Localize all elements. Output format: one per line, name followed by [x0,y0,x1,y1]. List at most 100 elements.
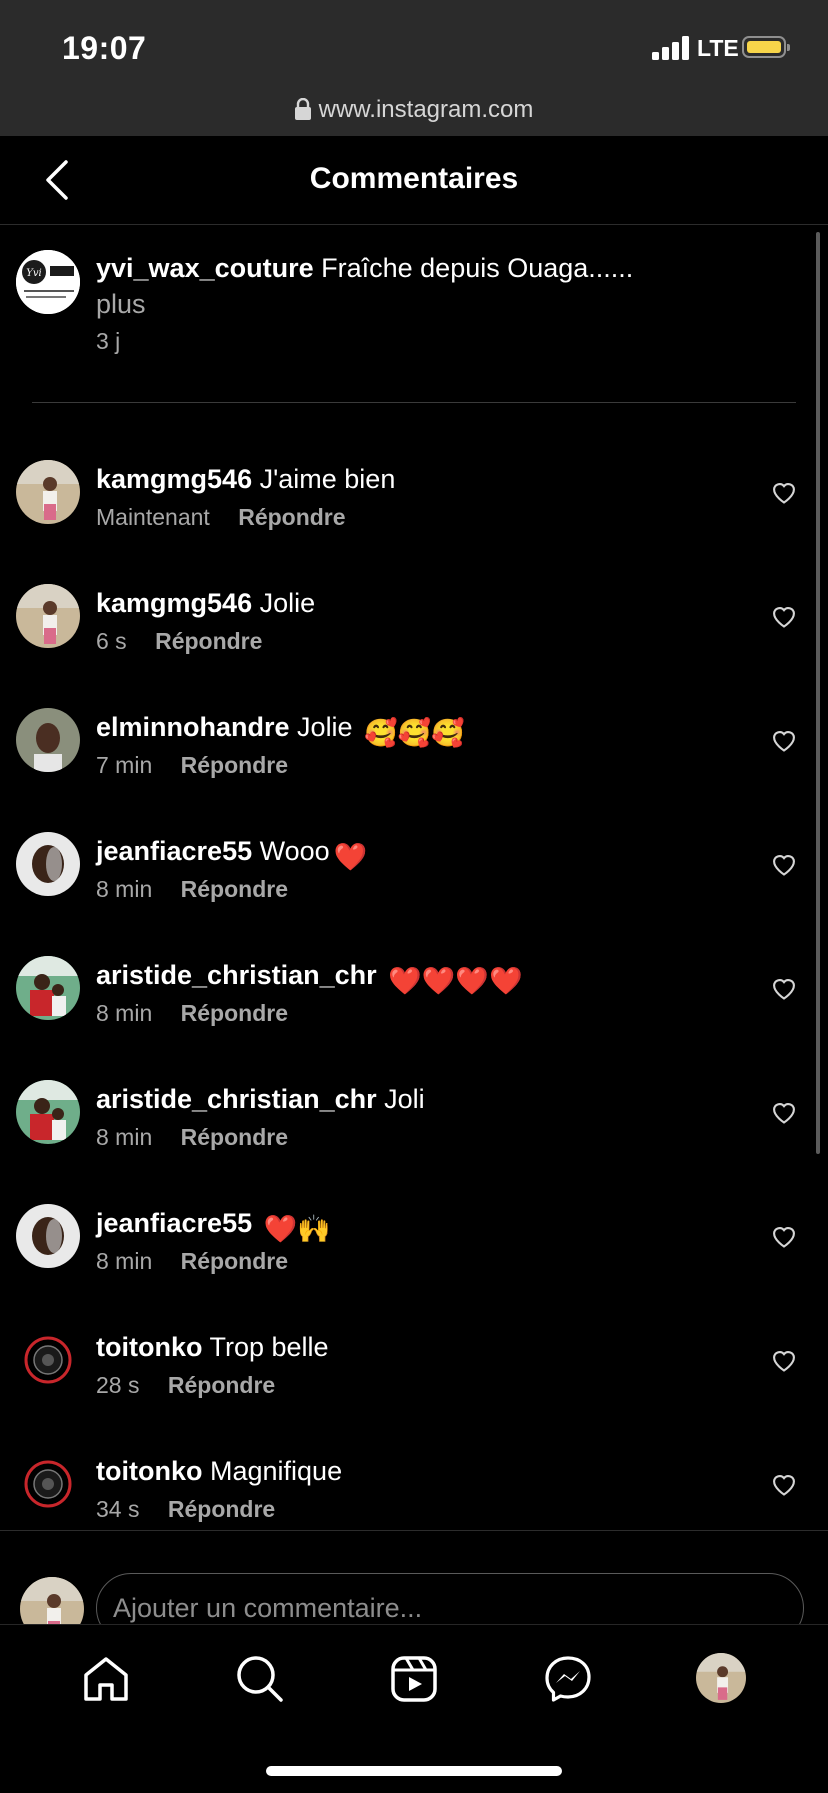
avatar[interactable] [16,1080,80,1144]
comment-item: kamgmg546 J'aime bien Maintenant Répondr… [0,460,810,584]
comment-meta: 34 s Répondre [96,1496,275,1523]
avatar[interactable] [16,584,80,648]
reply-button[interactable]: Répondre [181,1124,288,1150]
comment-meta: 8 min Répondre [96,1000,288,1027]
comment-text: jeanfiacre55 Wooo ❤️ [96,832,367,876]
heart-icon[interactable] [770,1346,798,1374]
status-time: 19:07 [62,30,147,66]
messenger-icon[interactable] [542,1653,594,1705]
comment-timestamp: Maintenant [96,504,210,530]
comment-body: Joli [384,1084,425,1114]
reply-button[interactable]: Répondre [168,1496,275,1522]
comment-emoji: ❤️🙌 [263,1214,331,1244]
brand-logo-icon: Yvi [16,250,80,314]
comment-composer [0,1530,828,1643]
url-text: www.instagram.com [318,96,534,123]
caption-body: Fraîche depuis Ouaga...... [321,253,634,283]
comment-emoji: ❤️❤️❤️❤️ [388,966,523,996]
browser-url-bar[interactable]: www.instagram.com [0,96,828,124]
comment-emoji: ❤️ [333,842,368,872]
avatar[interactable] [16,832,80,896]
reply-button[interactable]: Répondre [181,1000,288,1026]
comment-item: jeanfiacre55 Wooo ❤️ 8 min Répondre [0,832,810,956]
page-title: Commentaires [309,162,519,195]
comment-meta: Maintenant Répondre [96,504,346,531]
comment-body: Jolie [259,588,316,618]
comment-timestamp: 28 s [96,1372,140,1398]
comment-username[interactable]: kamgmg546 [96,588,252,618]
comment-text: elminnohandre Jolie 🥰🥰🥰 [96,708,465,752]
heart-icon[interactable] [770,1470,798,1498]
comment-username[interactable]: toitonko [96,1332,202,1362]
caption-text: yvi_wax_couture Fraîche depuis Ouaga....… [96,250,716,322]
avatar[interactable] [16,1452,80,1516]
signal-icon [652,34,692,60]
comment-text: aristide_christian_chr Joli [96,1080,425,1118]
caption-timestamp: 3 j [96,328,121,354]
network-label: LTE [697,35,739,61]
comment-meta: 8 min Répondre [96,1248,288,1275]
comment-timestamp: 34 s [96,1496,140,1522]
comment-username[interactable]: aristide_christian_chr [96,960,377,990]
avatar[interactable] [16,708,80,772]
svg-text:Yvi: Yvi [26,268,41,279]
comment-text: aristide_christian_chr ❤️❤️❤️❤️ [96,956,523,1000]
search-icon[interactable] [234,1653,286,1705]
comment-meta: 7 min Répondre [96,752,288,779]
avatar[interactable] [16,1328,80,1392]
comment-text: kamgmg546 Jolie [96,584,315,622]
comment-timestamp: 8 min [96,1124,153,1150]
reels-icon[interactable] [388,1653,440,1705]
comment-timestamp: 6 s [96,628,127,654]
comment-body: Magnifique [210,1456,343,1486]
heart-icon[interactable] [770,478,798,506]
comment-body: Trop belle [209,1332,329,1362]
comment-username[interactable]: toitonko [96,1456,202,1486]
reply-button[interactable]: Répondre [168,1372,275,1398]
heart-icon[interactable] [770,726,798,754]
comment-timestamp: 8 min [96,1248,153,1274]
comment-item: elminnohandre Jolie 🥰🥰🥰 7 min Répondre [0,708,810,832]
comment-meta: 8 min Répondre [96,876,288,903]
comment-body: J'aime bien [259,464,396,494]
comment-text: kamgmg546 J'aime bien [96,460,395,498]
comment-username[interactable]: jeanfiacre55 [96,836,252,866]
comments-header: Commentaires [0,136,828,225]
comment-username[interactable]: kamgmg546 [96,464,252,494]
comment-username[interactable]: elminnohandre [96,712,290,742]
caption-avatar[interactable]: Yvi [16,250,80,314]
profile-icon[interactable] [696,1653,746,1703]
comment-text: jeanfiacre55 ❤️🙌 [96,1204,331,1248]
heart-icon[interactable] [770,850,798,878]
comment-body: Jolie [297,712,353,742]
heart-icon[interactable] [770,1098,798,1126]
comment-item: aristide_christian_chr ❤️❤️❤️❤️ 8 min Ré… [0,956,810,1080]
caption-username[interactable]: yvi_wax_couture [96,253,314,283]
post-caption: Yvi yvi_wax_couture Fraîche depuis Ouaga… [0,224,828,404]
reply-button[interactable]: Répondre [181,752,288,778]
status-bar: 19:07 LTE www.instagram.com [0,0,828,136]
reply-button[interactable]: Répondre [155,628,262,654]
avatar[interactable] [16,956,80,1020]
comment-text: toitonko Trop belle [96,1328,329,1366]
avatar[interactable] [16,460,80,524]
home-icon[interactable] [80,1653,132,1705]
reply-button[interactable]: Répondre [238,504,345,530]
comment-text: toitonko Magnifique [96,1452,342,1490]
reply-button[interactable]: Répondre [181,876,288,902]
heart-icon[interactable] [770,1222,798,1250]
comment-username[interactable]: aristide_christian_chr [96,1084,377,1114]
battery-icon [742,36,790,58]
lock-icon [294,98,311,120]
comment-body: Wooo [259,836,330,866]
comment-meta: 8 min Répondre [96,1124,288,1151]
more-link[interactable]: plus [96,289,146,319]
reply-button[interactable]: Répondre [181,1248,288,1274]
comment-item: aristide_christian_chr Joli 8 min Répond… [0,1080,810,1204]
home-indicator[interactable] [266,1766,562,1776]
avatar[interactable] [16,1204,80,1268]
comment-username[interactable]: jeanfiacre55 [96,1208,252,1238]
comment-timestamp: 8 min [96,876,153,902]
heart-icon[interactable] [770,602,798,630]
heart-icon[interactable] [770,974,798,1002]
